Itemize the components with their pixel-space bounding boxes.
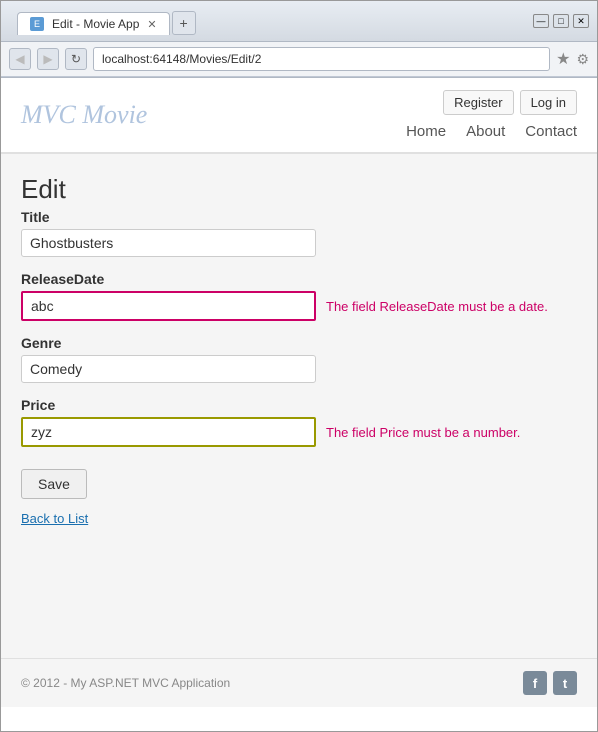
page-heading: Edit — [21, 174, 577, 205]
nav-about[interactable]: About — [466, 123, 505, 140]
release-date-row: The field ReleaseDate must be a date. — [21, 291, 577, 321]
title-bar: E Edit - Movie App ✕ + — □ ✕ — [1, 1, 597, 42]
top-navigation: MVC Movie Register Log in Home About Con… — [1, 78, 597, 153]
title-field-group: Title — [21, 209, 577, 257]
nav-home[interactable]: Home — [406, 123, 446, 140]
edit-form-container: Edit Title ReleaseDate The field Release… — [1, 154, 597, 546]
settings-icon[interactable]: ⚙ — [576, 51, 589, 68]
auth-buttons: Register Log in — [443, 90, 577, 115]
footer: © 2012 - My ASP.NET MVC Application f t — [1, 658, 597, 707]
tab-bar: E Edit - Movie App ✕ + — [9, 7, 204, 35]
genre-field-group: Genre — [21, 335, 577, 383]
twitter-icon[interactable]: t — [553, 671, 577, 695]
genre-label: Genre — [21, 335, 577, 351]
close-button[interactable]: ✕ — [573, 14, 589, 28]
maximize-button[interactable]: □ — [553, 14, 569, 28]
site-title: MVC Movie — [21, 100, 147, 130]
tab-label: Edit - Movie App — [52, 17, 139, 31]
release-date-label: ReleaseDate — [21, 271, 577, 287]
tab-icon: E — [30, 17, 44, 31]
price-error: The field Price must be a number. — [326, 425, 520, 440]
save-button[interactable]: Save — [21, 469, 87, 499]
browser-chrome: E Edit - Movie App ✕ + — □ ✕ ◀ ▶ ↻ ★ ⚙ — [1, 1, 597, 78]
register-button[interactable]: Register — [443, 90, 513, 115]
copyright-text: © 2012 - My ASP.NET MVC Application — [21, 676, 230, 690]
price-field-group: Price The field Price must be a number. — [21, 397, 577, 447]
refresh-button[interactable]: ↻ — [65, 48, 87, 70]
price-row: The field Price must be a number. — [21, 417, 577, 447]
nav-contact[interactable]: Contact — [525, 123, 577, 140]
window-controls: — □ ✕ — [533, 14, 589, 28]
back-to-list-link[interactable]: Back to List — [21, 511, 577, 526]
back-button[interactable]: ◀ — [9, 48, 31, 70]
page-content: MVC Movie Register Log in Home About Con… — [1, 78, 597, 658]
release-date-field-group: ReleaseDate The field ReleaseDate must b… — [21, 271, 577, 321]
title-input[interactable] — [21, 229, 316, 257]
login-button[interactable]: Log in — [520, 90, 577, 115]
release-date-input[interactable] — [21, 291, 316, 321]
social-icons: f t — [523, 671, 577, 695]
new-tab-button[interactable]: + — [172, 11, 196, 35]
nav-bar: ◀ ▶ ↻ ★ ⚙ — [1, 42, 597, 77]
genre-input[interactable] — [21, 355, 316, 383]
active-tab[interactable]: E Edit - Movie App ✕ — [17, 12, 170, 35]
facebook-icon[interactable]: f — [523, 671, 547, 695]
title-label: Title — [21, 209, 577, 225]
release-date-error: The field ReleaseDate must be a date. — [326, 299, 548, 314]
tab-close-button[interactable]: ✕ — [147, 18, 156, 31]
price-input[interactable] — [21, 417, 316, 447]
minimize-button[interactable]: — — [533, 14, 549, 28]
main-nav: Home About Contact — [406, 123, 577, 140]
address-bar[interactable] — [93, 47, 550, 71]
price-label: Price — [21, 397, 577, 413]
bookmark-icon[interactable]: ★ — [556, 49, 570, 69]
forward-button[interactable]: ▶ — [37, 48, 59, 70]
